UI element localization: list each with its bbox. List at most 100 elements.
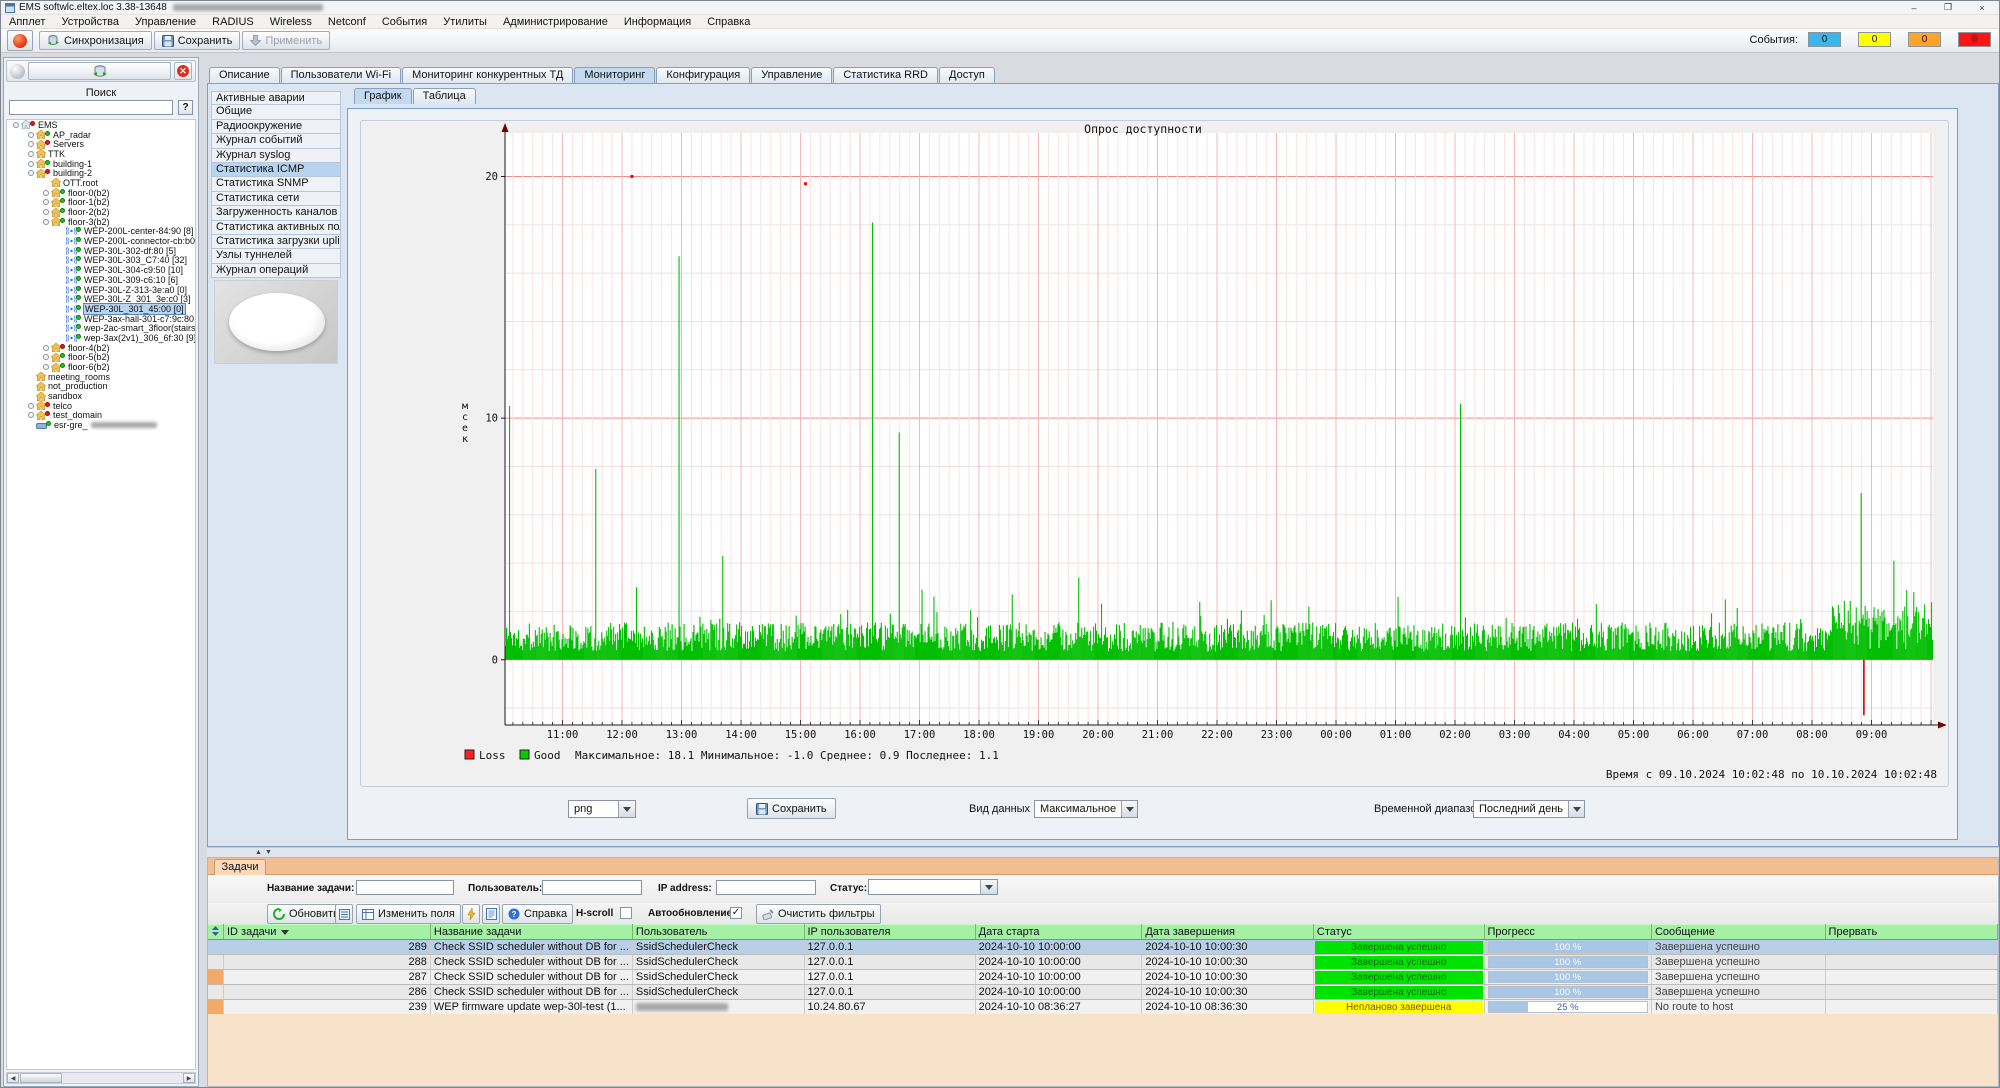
submenu-item-Загруженность каналов[interactable]: Загруженность каналов bbox=[211, 206, 341, 220]
maximize-button[interactable]: ❒ bbox=[1931, 1, 1965, 14]
search-help-button[interactable]: ? bbox=[178, 100, 193, 115]
tab-Мониторинг[interactable]: Мониторинг bbox=[574, 67, 655, 83]
tree-node-wep-3ax-2v1-_306_6f-30-9-[interactable]: wep-3ax(2v1)_306_6f:30 [9] bbox=[7, 333, 195, 343]
column-header-Прервать[interactable]: Прервать bbox=[1825, 925, 1997, 940]
apply-button[interactable]: Применить bbox=[242, 31, 330, 50]
tree-node-OTT-root[interactable]: OTT.root bbox=[7, 178, 195, 188]
menu-item-Wireless[interactable]: Wireless bbox=[262, 15, 320, 28]
column-header-Пользователь[interactable]: Пользователь bbox=[632, 925, 804, 940]
tree-node-meeting_rooms[interactable]: meeting_rooms bbox=[7, 372, 195, 382]
help-button[interactable]: ? Справка bbox=[502, 904, 573, 924]
menu-item-События[interactable]: События bbox=[374, 15, 435, 28]
tree-node-WEP-30L-303_C7-40-32-[interactable]: WEP-30L-303_C7:40 [32] bbox=[7, 256, 195, 266]
tree-node-building-2[interactable]: building-2 bbox=[7, 168, 195, 178]
tree-node-WEP-30L-302-df-80-5-[interactable]: WEP-30L-302-df:80 [5] bbox=[7, 246, 195, 256]
tree-back-button[interactable] bbox=[10, 64, 25, 79]
column-header-Сообщение[interactable]: Сообщение bbox=[1651, 925, 1825, 940]
menu-item-Управление[interactable]: Управление bbox=[127, 15, 204, 28]
event-counter-major[interactable]: 0 bbox=[1908, 32, 1941, 47]
submenu-item-Радиоокружение[interactable]: Радиоокружение bbox=[211, 120, 341, 134]
combo-arrow-icon[interactable] bbox=[1568, 801, 1584, 817]
tab-Статистика RRD[interactable]: Статистика RRD bbox=[833, 67, 938, 83]
menu-item-Устройства[interactable]: Устройства bbox=[53, 15, 127, 28]
tab-Пользователи Wi-Fi[interactable]: Пользователи Wi-Fi bbox=[281, 67, 402, 83]
app-logo-button[interactable] bbox=[7, 30, 33, 51]
table-row[interactable]: 239WEP firmware update wep-30l-test (1..… bbox=[208, 1000, 1998, 1015]
scroll-right-icon[interactable]: ▶ bbox=[183, 1073, 195, 1083]
time-range-combo[interactable]: Последний день bbox=[1473, 800, 1585, 818]
tree-node-WEP-30L-309-c6-10-6-[interactable]: WEP-30L-309-c6:10 [6] bbox=[7, 275, 195, 285]
list-view-button[interactable] bbox=[335, 904, 353, 924]
tree-expander-icon[interactable] bbox=[28, 151, 34, 157]
tree-node-WEP-3ax-hall-301-c7-9c-80-3-[interactable]: WEP-3ax-hall-301-c7:9c:80 [3] bbox=[7, 314, 195, 324]
tree-node-floor-0-b2-[interactable]: floor-0(b2) bbox=[7, 188, 195, 198]
submenu-item-Статистика активных польз.[interactable]: Статистика активных польз. bbox=[211, 221, 341, 235]
menu-item-Администрирование[interactable]: Администрирование bbox=[495, 15, 616, 28]
tree-sync-button[interactable] bbox=[28, 62, 171, 80]
tree-expander-icon[interactable] bbox=[43, 199, 49, 205]
data-view-combo[interactable]: Максимальное bbox=[1034, 800, 1138, 818]
tab-Мониторинг конкурентных ТД[interactable]: Мониторинг конкурентных ТД bbox=[402, 67, 573, 83]
combo-arrow-icon[interactable] bbox=[618, 801, 635, 817]
tree-expander-icon[interactable] bbox=[43, 345, 49, 351]
sync-button[interactable]: Синхронизация bbox=[39, 31, 152, 50]
tab-Доступ[interactable]: Доступ bbox=[939, 67, 995, 83]
tree-node-TTK[interactable]: TTK bbox=[7, 149, 195, 159]
tree-expander-icon[interactable] bbox=[43, 190, 49, 196]
splitter-expand-icon[interactable]: ▲ bbox=[255, 849, 262, 856]
combo-arrow-icon[interactable] bbox=[1121, 801, 1137, 817]
tree-horizontal-scrollbar[interactable]: ◀ ▶ bbox=[6, 1072, 196, 1084]
refresh-button[interactable]: Обновить bbox=[267, 904, 345, 924]
column-header-ID задачи[interactable]: ID задачи bbox=[224, 925, 431, 940]
tree-node-WEP-30L-Z-313-3e-a0-0-[interactable]: WEP-30L-Z-313-3e:a0 [0] bbox=[7, 285, 195, 295]
event-counter-critical[interactable]: 0 bbox=[1958, 32, 1991, 47]
tree-expander-icon[interactable] bbox=[28, 170, 34, 176]
export-format-combo[interactable]: png bbox=[568, 800, 636, 818]
tree-node-WEP-200L-connector-cb-b0-5-[interactable]: WEP-200L-connector-cb:b0 [5] bbox=[7, 236, 195, 246]
combo-arrow-icon[interactable] bbox=[980, 880, 997, 894]
column-header-IP пользователя[interactable]: IP пользователя bbox=[804, 925, 975, 940]
tab-Описание[interactable]: Описание bbox=[209, 67, 280, 83]
menu-item-RADIUS[interactable]: RADIUS bbox=[204, 15, 262, 28]
task-name-input[interactable] bbox=[356, 880, 454, 895]
submenu-item-Общие[interactable]: Общие bbox=[211, 105, 341, 119]
scroll-left-icon[interactable]: ◀ bbox=[7, 1073, 19, 1083]
horizontal-splitter[interactable]: ▲ ▼ bbox=[207, 847, 1999, 857]
submenu-item-Журнал операций[interactable]: Журнал операций bbox=[211, 264, 341, 278]
submenu-item-Статистика загрузки uplink[interactable]: Статистика загрузки uplink bbox=[211, 235, 341, 249]
column-header-Прогресс[interactable]: Прогресс bbox=[1484, 925, 1651, 940]
submenu-item-Журнал событий[interactable]: Журнал событий bbox=[211, 134, 341, 148]
tree-node-floor-1-b2-[interactable]: floor-1(b2) bbox=[7, 198, 195, 208]
submenu-item-Журнал syslog[interactable]: Журнал syslog bbox=[211, 149, 341, 163]
submenu-item-Статистика ICMP[interactable]: Статистика ICMP bbox=[211, 163, 341, 177]
submenu-item-Статистика сети[interactable]: Статистика сети bbox=[211, 192, 341, 206]
task-user-input[interactable] bbox=[542, 880, 642, 895]
task-ip-input[interactable] bbox=[716, 880, 816, 895]
tree-expander-icon[interactable] bbox=[28, 141, 34, 147]
search-input[interactable] bbox=[9, 100, 173, 115]
tree-expander-icon[interactable] bbox=[43, 354, 49, 360]
edit-fields-button[interactable]: Изменить поля bbox=[356, 904, 461, 924]
column-header-Дата завершения[interactable]: Дата завершения bbox=[1142, 925, 1314, 940]
tree-expander-icon[interactable] bbox=[43, 364, 49, 370]
tree-node-WEP-30L_301_45-00-0-[interactable]: WEP-30L_301_45:00 [0] bbox=[7, 304, 195, 314]
export-tasks-button[interactable] bbox=[482, 904, 500, 924]
run-task-button[interactable] bbox=[462, 904, 480, 924]
menu-item-Утилиты[interactable]: Утилиты bbox=[435, 15, 495, 28]
column-header-Дата старта[interactable]: Дата старта bbox=[975, 925, 1142, 940]
chart-tab-График[interactable]: График bbox=[354, 88, 412, 104]
tree-node-floor-6-b2-[interactable]: floor-6(b2) bbox=[7, 362, 195, 372]
close-button[interactable]: × bbox=[1965, 1, 1999, 14]
menu-item-Информация[interactable]: Информация bbox=[616, 15, 699, 28]
submenu-item-Активные аварии[interactable]: Активные аварии bbox=[211, 91, 341, 105]
splitter-collapse-icon[interactable]: ▼ bbox=[265, 849, 272, 856]
submenu-item-Узлы туннелей[interactable]: Узлы туннелей bbox=[211, 249, 341, 263]
tree-node-not_production[interactable]: not_production bbox=[7, 382, 195, 392]
scroll-thumb[interactable] bbox=[20, 1073, 62, 1083]
tree-close-button[interactable]: ✕ bbox=[174, 62, 192, 80]
minimize-button[interactable]: – bbox=[1897, 1, 1931, 14]
tree-node-building-1[interactable]: building-1 bbox=[7, 159, 195, 169]
tree-node-AP_radar[interactable]: AP_radar bbox=[7, 130, 195, 140]
tree-node-floor-5-b2-[interactable]: floor-5(b2) bbox=[7, 353, 195, 363]
table-corner-icon-header[interactable] bbox=[208, 925, 224, 940]
